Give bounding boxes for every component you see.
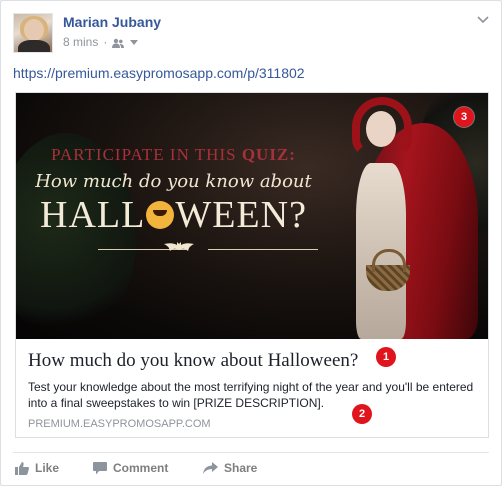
comment-button[interactable]: Comment bbox=[93, 461, 203, 475]
preview-description: Test your knowledge about the most terri… bbox=[28, 380, 474, 410]
thumbs-up-icon bbox=[15, 462, 29, 475]
hero-halloween: HALL WEEN? bbox=[40, 194, 307, 236]
chevron-down-icon bbox=[477, 16, 489, 24]
comment-icon bbox=[93, 461, 107, 474]
pumpkin-icon bbox=[146, 201, 175, 230]
post-card: Marian Jubany 8 mins · https://premium.e… bbox=[0, 0, 502, 486]
share-label: Share bbox=[224, 461, 258, 475]
hero-headline: Participate in this Quiz: bbox=[51, 145, 296, 164]
hero-subheadline: How much do you know about bbox=[35, 171, 312, 192]
badge-2: 2 bbox=[352, 404, 372, 424]
preview-title[interactable]: How much do you know about Halloween? bbox=[28, 350, 358, 372]
post-link[interactable]: https://premium.easypromosapp.com/p/3118… bbox=[13, 65, 305, 81]
badge-3: 3 bbox=[454, 107, 474, 127]
post-time[interactable]: 8 mins bbox=[63, 35, 98, 49]
friends-icon[interactable] bbox=[112, 37, 125, 48]
bat-icon bbox=[164, 242, 194, 251]
preview-domain: PREMIUM.EASYPROMOSAPP.COM bbox=[28, 418, 211, 430]
preview-image[interactable]: Participate in this Quiz: How much do yo… bbox=[16, 93, 488, 339]
share-icon bbox=[203, 461, 218, 474]
author-name[interactable]: Marian Jubany bbox=[63, 14, 161, 30]
like-button[interactable]: Like bbox=[15, 461, 93, 475]
avatar[interactable] bbox=[13, 13, 53, 53]
comment-label: Comment bbox=[113, 461, 169, 475]
badge-1: 1 bbox=[376, 347, 396, 367]
like-label: Like bbox=[35, 461, 60, 475]
post-meta: 8 mins · bbox=[63, 35, 139, 49]
actions-divider bbox=[13, 452, 489, 453]
share-button[interactable]: Share bbox=[203, 461, 257, 475]
action-bar: Like Comment Share bbox=[15, 461, 257, 475]
audience-caret-icon[interactable] bbox=[130, 39, 139, 45]
post-options-button[interactable] bbox=[475, 11, 491, 27]
link-preview[interactable]: Participate in this Quiz: How much do yo… bbox=[15, 92, 489, 438]
